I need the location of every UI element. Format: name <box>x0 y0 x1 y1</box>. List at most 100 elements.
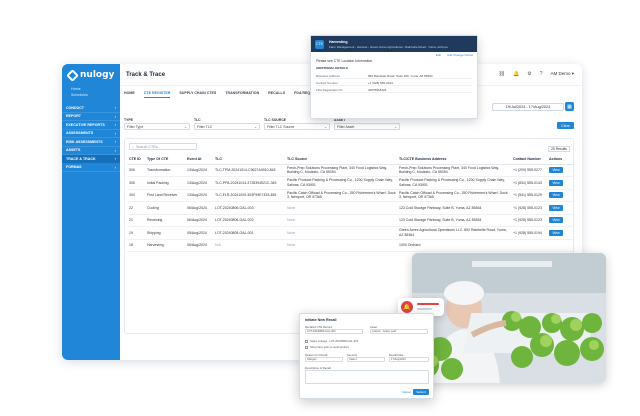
page-title: Track & Trace <box>126 71 166 78</box>
detail-header: CTE Harvesting Farm Management - Harvest… <box>311 36 477 52</box>
column-header[interactable]: Event At <box>185 155 213 165</box>
table-row[interactable]: 304 First Land Receiver 13/Aug/2024 TLC-FLR… <box>127 189 573 202</box>
sidebar-item-label: REPORT <box>66 114 81 119</box>
filter-tlc-source-select[interactable]: Filter TLC Source ⌄ <box>264 123 330 130</box>
view-button[interactable]: View <box>549 217 563 224</box>
column-header[interactable]: TLC Source <box>285 155 397 165</box>
table-row[interactable]: 22 Cooling 06/Aug/2024 LOT-20240806-GAL-003… <box>127 201 573 215</box>
table-row[interactable]: 306 Transformation 13/Aug/2024 TLC-TPM-2024… <box>127 164 573 177</box>
tab-transformation[interactable]: TRANSFORMATION <box>225 91 259 98</box>
detail-change-notice-link[interactable]: Add Change Notice <box>447 53 473 57</box>
table-row[interactable]: 19 Shipping 05/Aug/2024 LOT-20240805-GAL-00… <box>127 226 573 240</box>
chevron-down-icon: ⌄ <box>324 124 327 129</box>
column-header[interactable]: Actions <box>547 155 573 165</box>
filter-type-select[interactable]: Filter Type ⌄ <box>124 123 190 130</box>
tab-home[interactable]: HOME <box>124 91 135 98</box>
checkbox-icon <box>305 346 308 349</box>
lineage-checkbox[interactable]: Select Lineage - LOT-20240806-GAL-003 <box>305 340 358 343</box>
produce-worker-photo <box>412 253 606 383</box>
asset-select[interactable]: Lettuce - Green Leaf <box>370 329 428 334</box>
reason-select[interactable]: Allergen <box>305 357 343 362</box>
detail-field-value: +1 (928) 555-0194 <box>368 80 393 85</box>
column-header[interactable]: Type Of CTE <box>145 155 185 165</box>
view-button[interactable]: View <box>549 229 563 236</box>
sidebar-item-label: TRACE & TRACK <box>66 156 96 161</box>
column-header[interactable]: TLC/CTE Business Address <box>397 155 511 165</box>
column-header[interactable]: Contact Number <box>511 155 547 165</box>
link-icon[interactable]: ⛓ <box>499 71 505 77</box>
trace-path-checkbox[interactable]: Show trace path on recall product <box>305 346 349 349</box>
table-cell-id: 306 <box>127 164 145 177</box>
search-input[interactable]: ⌕ Search CTEs... <box>129 143 197 150</box>
sidebar-item-risk-assessments[interactable]: RISK ASSESSMENTS › <box>62 138 120 147</box>
table-cell-contact: +1 (541) 555-0129 <box>511 189 547 202</box>
table-cell-contact: +1 (928) 555-0194 <box>511 226 547 240</box>
sidebar-item-report[interactable]: REPORT › <box>62 113 120 121</box>
view-button[interactable]: View <box>549 179 563 186</box>
results-count-select[interactable]: 25 Results <box>548 146 570 152</box>
table-cell-event: 13/Aug/2024 <box>185 189 213 202</box>
submit-button[interactable]: Submit <box>413 389 429 395</box>
description-textarea[interactable] <box>305 370 429 384</box>
filter-asset-select[interactable]: Filter Asset ⌄ <box>334 123 400 130</box>
recall-date-input[interactable]: 17/Aug/2024 <box>389 357 429 362</box>
table-cell-source: None <box>285 214 397 227</box>
search-placeholder: Search CTEs... <box>136 144 161 149</box>
table-cell-tlc: N/A <box>213 239 285 252</box>
tab-cte-register[interactable]: CTE REGISTER <box>143 91 171 98</box>
column-header[interactable]: CTE ID <box>127 155 145 165</box>
sidebar-item-assessments[interactable]: ASSESSMENTS › <box>62 130 120 138</box>
table-cell-contact: +1 (928) 555-0123 <box>511 201 547 215</box>
chevron-right-icon: › <box>114 130 116 136</box>
settings-gear-icon[interactable]: ⚙ <box>527 71 531 77</box>
filter-tlc: TLC Filter TLC ⌄ <box>194 118 260 130</box>
notification-bell-icon[interactable]: 🔔 <box>513 71 519 77</box>
recalled-cte-select[interactable]: LOT-20240806-GAL-003 <box>305 329 363 334</box>
cte-detail-panel: CTE Harvesting Farm Management - Harvest… <box>310 35 478 119</box>
table-header-row: CTE ID Type Of CTE Event At TLC TLC Source TL… <box>127 155 573 165</box>
filter-asset: ASSET Filter Asset ⌄ <box>334 118 400 130</box>
view-button[interactable]: View <box>549 192 563 199</box>
user-menu[interactable]: AM Demo ▾ <box>550 71 574 77</box>
calendar-icon[interactable]: ▦ <box>565 102 574 111</box>
filter-tlc-source-value: Filter TLC Source <box>267 124 295 129</box>
clear-filters-button[interactable]: Clear <box>557 122 574 129</box>
table-cell-address: 123 Cold Storage Parkway, Suite B, Yuma,… <box>397 214 511 227</box>
cte-table: CTE ID Type Of CTE Event At TLC TLC Source TL… <box>127 155 573 252</box>
sidebar-item-formas[interactable]: FORMAS › <box>62 164 120 172</box>
user-name: AM Demo <box>550 71 571 76</box>
modal-title: Initiate New Recall <box>305 318 337 322</box>
table-cell-contact: +1 (209) 555-0277 <box>511 164 547 177</box>
detail-edit-link[interactable]: Edit <box>436 53 441 57</box>
table-cell-event: 05/Aug/2024 <box>185 239 213 252</box>
table-row[interactable]: 305 Initial Packing 13/Aug/2024 TLC-PPA-202… <box>127 176 573 190</box>
chevron-down-icon: ⌄ <box>254 124 257 129</box>
table-row[interactable]: 18 Harvesting 05/Aug/2024 N/A None 1000 Orcha… <box>127 239 573 252</box>
filter-tlc-select[interactable]: Filter TLC ⌄ <box>194 123 260 130</box>
sidebar-item-assets[interactable]: ASSETS › <box>62 147 120 155</box>
column-header[interactable]: TLC <box>213 155 285 165</box>
tab-supply-chain-ctes[interactable]: SUPPLY CHAIN CTES <box>179 91 216 98</box>
view-button[interactable]: View <box>549 167 563 174</box>
sidebar-item-executive-reports[interactable]: EXECUTIVE REPORTS › <box>62 121 120 130</box>
sidebar-item-label: RISK ASSESSMENTS <box>66 139 103 144</box>
view-button[interactable]: View <box>549 204 563 211</box>
table-cell-source: Pacific Catch Offload & Processing Co., … <box>285 189 397 202</box>
table-cell-type: Transformation <box>145 164 185 177</box>
table-row[interactable]: 21 Receiving 06/Aug/2024 LOT-20240806-GAL-0… <box>127 214 573 227</box>
brand-logo[interactable]: nulogy <box>62 64 120 86</box>
detail-subtitle: Farm Management - Harvest - Green Acres … <box>329 44 448 49</box>
detail-field-value: 32076518422 <box>368 87 387 92</box>
sidebar-item-trace-track[interactable]: TRACE & TRACK › <box>62 155 120 164</box>
date-range-picker[interactable]: 19/Jul/2024 - 17/Aug/2024 <box>492 103 564 111</box>
chevron-down-icon: ⌄ <box>184 124 187 129</box>
marketing-composite: nulogy Home Schedules CONDUCT › REPORT › EXE… <box>0 0 640 416</box>
detail-field-key: Contact Number <box>316 80 338 85</box>
sidebar-item-conduct[interactable]: CONDUCT › <box>62 104 120 113</box>
help-icon[interactable]: ? <box>540 71 543 77</box>
checkbox-label: Select Lineage - LOT-20240806-GAL-003 <box>310 340 359 343</box>
cancel-button[interactable]: Cancel <box>402 390 411 394</box>
sidebar-item-label: EXECUTIVE REPORTS <box>66 122 105 127</box>
severity-select[interactable]: Class I <box>347 357 385 362</box>
tab-recalls[interactable]: RECALLS <box>268 91 285 98</box>
